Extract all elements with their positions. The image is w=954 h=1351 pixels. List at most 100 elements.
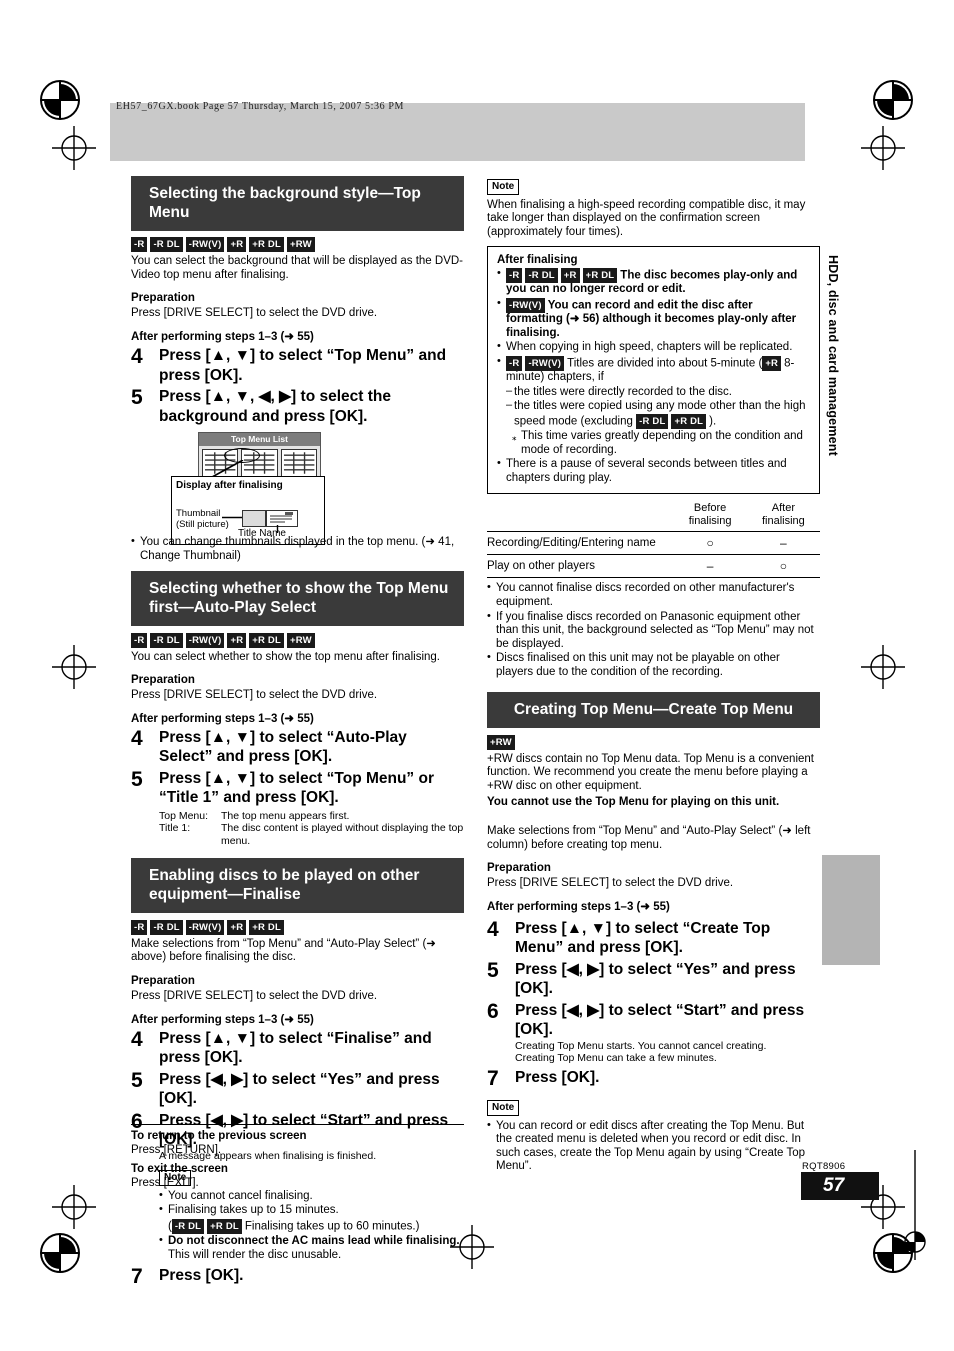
title-name-graphic bbox=[266, 510, 298, 528]
step-number: 7 bbox=[487, 1067, 499, 1091]
header-after-line1: After bbox=[771, 502, 795, 515]
crosshair-top-right bbox=[861, 126, 905, 175]
table-bottom-rule bbox=[487, 577, 820, 579]
note-bold-text: Do not disconnect the AC mains lead whil… bbox=[168, 1234, 460, 1247]
return-exit-block: To return to the previous screen Press [… bbox=[131, 1130, 464, 1190]
step-6-create-note-2: Creating Top Menu can take a few minutes… bbox=[515, 1052, 717, 1065]
crosshair-bottom-left bbox=[52, 1185, 96, 1234]
exit-text: Press [EXIT]. bbox=[131, 1176, 199, 1189]
thumbnail-cell bbox=[280, 449, 317, 478]
book-file-line: EH57_67GX.book Page 57 Thursday, March 1… bbox=[116, 101, 404, 112]
af-dash2-post: ). bbox=[709, 415, 717, 428]
step-text: Press [◀, ▶] to select “Yes” and press [… bbox=[159, 1070, 440, 1108]
badge-plus-r: +R bbox=[227, 632, 247, 648]
step-number: 5 bbox=[131, 386, 143, 410]
note-item-record-edit: You can record or edit discs after creat… bbox=[487, 1119, 820, 1174]
table-row: Recording/Editing/Entering name ○ – bbox=[487, 531, 820, 555]
crosshair-mid-left bbox=[52, 645, 96, 694]
af-item-rwv-format: -RW(V)You can record and edit the disc a… bbox=[497, 297, 810, 340]
badge-plus-r: +R bbox=[227, 919, 247, 935]
preparation-text-4: Press [DRIVE SELECT] to select the DVD d… bbox=[487, 877, 734, 890]
disc-badges-create-top-menu: +RW bbox=[487, 734, 820, 750]
crosshair-side-right bbox=[900, 1150, 930, 1265]
af-star-time-varies: This time varies greatly depending on th… bbox=[512, 430, 810, 457]
after-steps-label-3: After performing steps 1–3 (➜ 55) bbox=[131, 1013, 314, 1026]
badge-plus-r-dl: +R DL bbox=[582, 268, 618, 284]
right-note-text: When finalising a high-speed recording c… bbox=[487, 198, 806, 238]
after-steps-label-1: After performing steps 1–3 (➜ 55) bbox=[131, 331, 314, 344]
badge-r: -R bbox=[131, 919, 148, 935]
header-before-line1: Before bbox=[693, 502, 727, 515]
option-top-menu-label: Top Menu: bbox=[159, 809, 209, 822]
badge-r: -R bbox=[131, 632, 148, 648]
step-6-create-note-1: Creating Top Menu starts. You cannot can… bbox=[515, 1039, 767, 1052]
left-column: Selecting the background style—Top Menu … bbox=[131, 176, 464, 1288]
badge-r-dl: -R DL bbox=[525, 268, 558, 284]
crosshair-mid-right bbox=[861, 645, 905, 694]
af-item4-sublist: the titles were directly recorded to the… bbox=[506, 385, 810, 458]
step-text: Press [▲, ▼] to select “Top Menu” and pr… bbox=[159, 347, 447, 384]
finalise-general-bullets: You cannot finalise discs recorded on ot… bbox=[487, 581, 820, 679]
page-number: 57 bbox=[823, 1175, 845, 1196]
badge-r-dl: -R DL bbox=[150, 919, 183, 935]
create-top-menu-intro-bold: You cannot use the Top Menu for playing … bbox=[487, 795, 780, 808]
callout-box: Display after finalising Thumbnail (Stil… bbox=[171, 476, 325, 546]
registration-mark-bottom-left bbox=[40, 1233, 80, 1273]
background-style-bullets: You can change thumbnails displayed in t… bbox=[131, 535, 464, 563]
thumbnail-sublabel: (Still picture) bbox=[176, 519, 229, 531]
row-recording-before: ○ bbox=[673, 531, 747, 555]
table-header-row: Before finalising After finalising bbox=[487, 500, 820, 532]
create-top-menu-make-selections: Make selections from “Top Menu” and “Aut… bbox=[487, 825, 811, 851]
step-number: 5 bbox=[131, 767, 143, 791]
step-text: Press [◀, ▶] to select “Yes” and press [… bbox=[515, 960, 796, 998]
manual-page: EH57_67GX.book Page 57 Thursday, March 1… bbox=[0, 0, 954, 1351]
step-text: Press [◀, ▶] to select “Start” and press… bbox=[515, 1001, 805, 1039]
badge-plus-rw: +RW bbox=[487, 734, 515, 750]
step-5-background: 5 Press [▲, ▼, ◀, ▶] to select the backg… bbox=[131, 387, 464, 426]
step-text: Press [▲, ▼] to select “Finalise” and pr… bbox=[159, 1029, 432, 1067]
af-item4-post: chapters, if bbox=[544, 371, 604, 384]
step-text: Press [▲, ▼] to select “Auto-Play Select… bbox=[159, 728, 407, 766]
badge-plus-rw: +RW bbox=[286, 632, 315, 648]
exit-title: To exit the screen bbox=[131, 1163, 228, 1176]
note-label-right-top: Note bbox=[487, 178, 520, 195]
option-title1-text: The disc content is played without displ… bbox=[221, 822, 464, 847]
after-finalising-box: After finalising -R-R DL+R+R DLThe disc … bbox=[487, 246, 820, 495]
badge-plus-r-dl: +R DL bbox=[249, 237, 284, 253]
after-finalising-list: -R-R DL+R+R DLThe disc becomes play-only… bbox=[497, 267, 810, 485]
header-before-line2: finalising bbox=[688, 515, 732, 528]
row-label-recording: Recording/Editing/Entering name bbox=[487, 531, 674, 555]
badge-rw-v: -RW(V) bbox=[185, 632, 225, 648]
thumbnail-graphic bbox=[242, 510, 266, 528]
create-top-menu-note-block: Note You can record or edit discs after … bbox=[487, 1097, 820, 1174]
finalise-note-list: You cannot cancel finalising. Finalising… bbox=[159, 1189, 464, 1263]
step-text: Press [OK]. bbox=[159, 1267, 244, 1285]
note-item-ac-mains: Do not disconnect the AC mains lead whil… bbox=[159, 1234, 464, 1262]
af-dash-copied-mode: the titles were copied using any mode ot… bbox=[506, 399, 810, 429]
section-heading-create-top-menu: Creating Top Menu—Create Top Menu bbox=[487, 692, 820, 729]
row-play-after: ○ bbox=[746, 554, 820, 578]
table-header-blank bbox=[487, 500, 673, 532]
step-4-auto-play: 4 Press [▲, ▼] to select “Auto-Play Sele… bbox=[131, 727, 464, 767]
step-6-create-top-menu: 6 Press [◀, ▶] to select “Start” and pre… bbox=[487, 1000, 820, 1040]
step-number: 4 bbox=[131, 345, 143, 369]
af-item-highspeed-copy: When copying in high speed, chapters wil… bbox=[497, 340, 810, 355]
step-number: 5 bbox=[487, 958, 499, 982]
note-item-dl-minutes: (-R DL +R DL Finalising takes up to 60 min… bbox=[159, 1218, 464, 1234]
registration-mark-top-right bbox=[873, 80, 913, 120]
badge-plus-r-dl: +R DL bbox=[249, 919, 284, 935]
step-text: Press [▲, ▼] to select “Create Top Menu”… bbox=[515, 919, 771, 957]
top-menu-panel-title: Top Menu List bbox=[199, 433, 320, 447]
af-item-play-only: -R-R DL+R+R DLThe disc becomes play-only… bbox=[497, 267, 810, 297]
table-header-after: After finalising bbox=[747, 500, 820, 532]
badge-rw-v: -RW(V) bbox=[506, 298, 545, 313]
preparation-text-2: Press [DRIVE SELECT] to select the DVD d… bbox=[131, 689, 378, 702]
note-label-right-bottom: Note bbox=[487, 1099, 520, 1116]
top-menu-list-illustration: Top Menu List Display after finalising T… bbox=[171, 432, 325, 546]
registration-mark-top-left bbox=[40, 80, 80, 120]
badge-plus-r: +R bbox=[560, 268, 580, 284]
table-row: Play on other players – ○ bbox=[487, 554, 820, 578]
disc-badges-auto-play: -R -R DL -RW(V) +R +R DL +RW bbox=[131, 632, 464, 648]
step-text: Press [▲, ▼] to select “Top Menu” or “Ti… bbox=[159, 769, 434, 807]
note-bold-subtext: This will render the disc unusable. bbox=[168, 1248, 342, 1261]
